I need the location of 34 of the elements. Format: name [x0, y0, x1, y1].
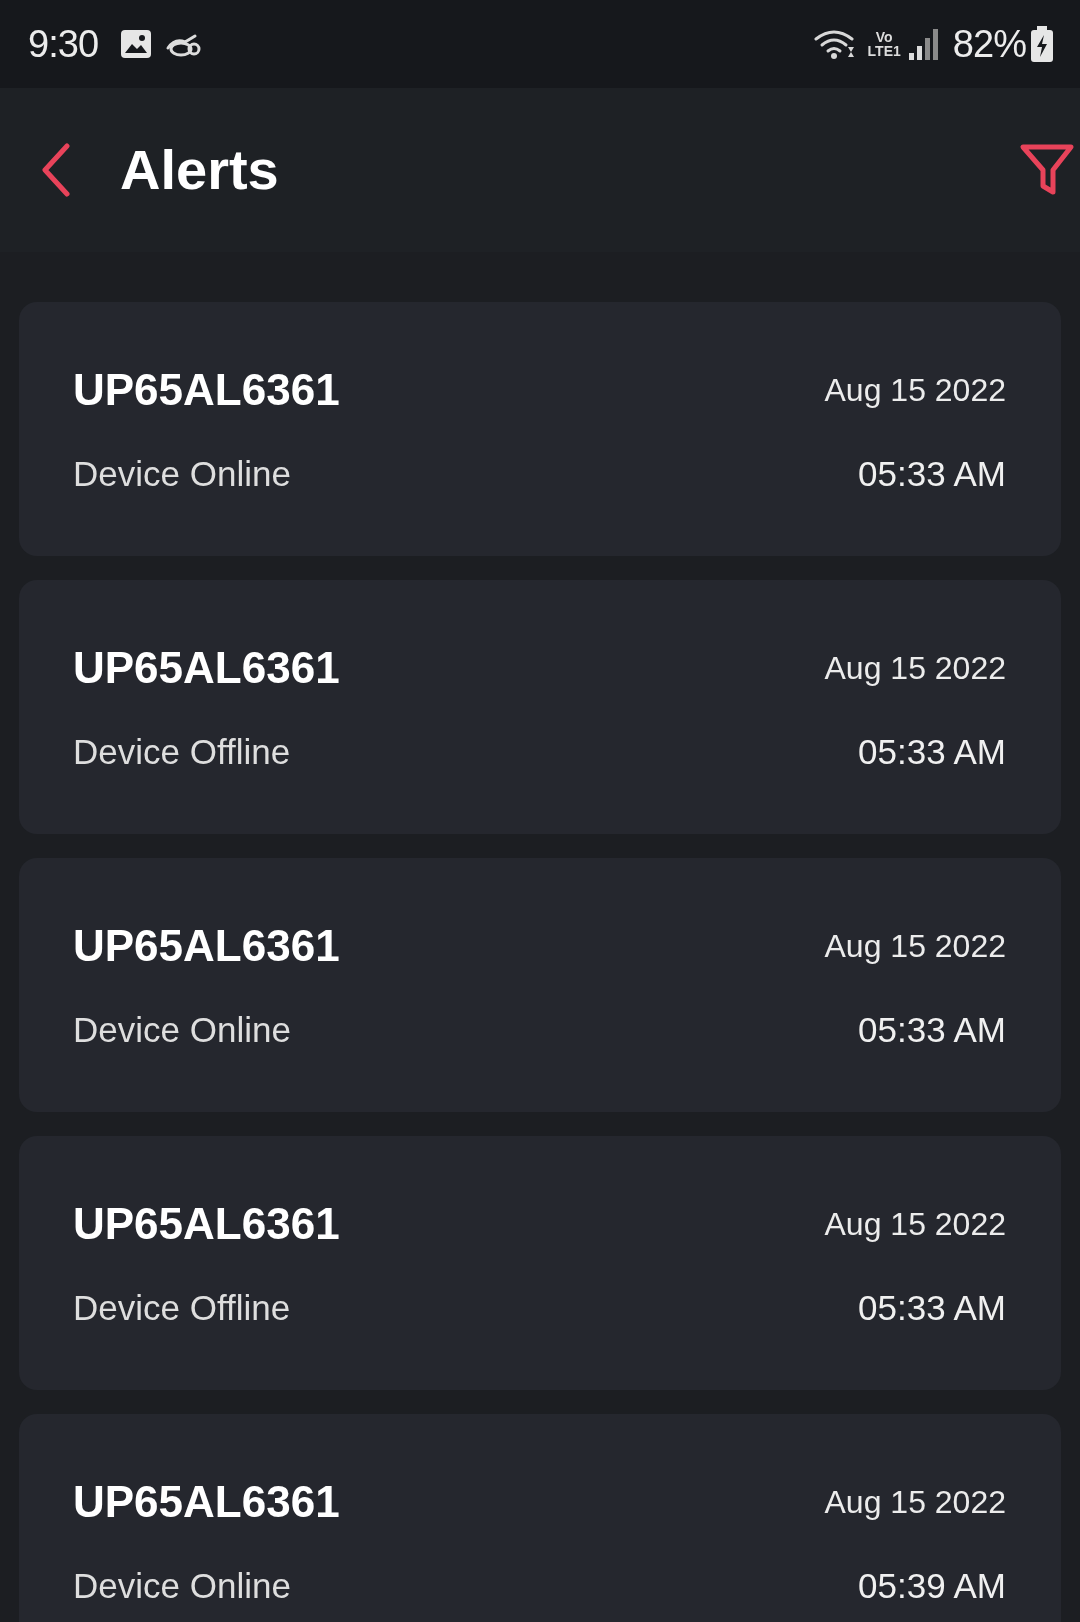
alert-time: 05:33 AM [858, 733, 1006, 769]
page-title: Alerts [120, 142, 279, 198]
vehicle-plate: UP65AL6361 [73, 1480, 340, 1524]
vehicle-plate: UP65AL6361 [73, 1202, 340, 1246]
back-chevron-icon [41, 143, 71, 197]
alert-time: 05:39 AM [858, 1567, 1006, 1603]
alert-time: 05:33 AM [858, 1289, 1006, 1325]
alert-card[interactable]: UP65AL6361 Aug 15 2022 Device Online 05:39 AM [19, 1414, 1061, 1622]
alert-card[interactable]: UP65AL6361 Aug 15 2022 Device Offline 05:33 AM [19, 580, 1061, 834]
alert-status: Device Offline [73, 1289, 291, 1325]
alert-time: 05:33 AM [858, 1011, 1006, 1047]
vehicle-plate: UP65AL6361 [73, 368, 340, 412]
vehicle-plate: UP65AL6361 [73, 924, 340, 968]
alert-card[interactable]: UP65AL6361 Aug 15 2022 Device Online 05:33 AM [19, 858, 1061, 1112]
alert-status: Device Online [73, 1567, 291, 1603]
vehicle-plate: UP65AL6361 [73, 646, 340, 690]
alert-card[interactable]: UP65AL6361 Aug 15 2022 Device Online 05:33 AM [19, 302, 1061, 556]
alert-status: Device Online [73, 455, 291, 491]
alert-date: Aug 15 2022 [824, 374, 1006, 406]
alert-date: Aug 15 2022 [824, 930, 1006, 962]
lte-label: LTE1 [867, 44, 901, 58]
battery-icon [1030, 26, 1054, 62]
image-icon [120, 29, 153, 59]
alert-date: Aug 15 2022 [824, 1486, 1006, 1518]
alert-date: Aug 15 2022 [824, 1208, 1006, 1240]
battery-percent: 82% [952, 25, 1026, 63]
alert-time: 05:33 AM [858, 455, 1006, 491]
alert-date: Aug 15 2022 [824, 652, 1006, 684]
volte-label: Vo [875, 30, 893, 44]
alert-card[interactable]: UP65AL6361 Aug 15 2022 Device Offline 05:33 AM [19, 1136, 1061, 1390]
alert-status: Device Online [73, 1011, 291, 1047]
signal-bars-icon [906, 27, 941, 61]
clock-time: 9:30 [28, 25, 99, 63]
alert-status: Device Offline [73, 733, 291, 769]
